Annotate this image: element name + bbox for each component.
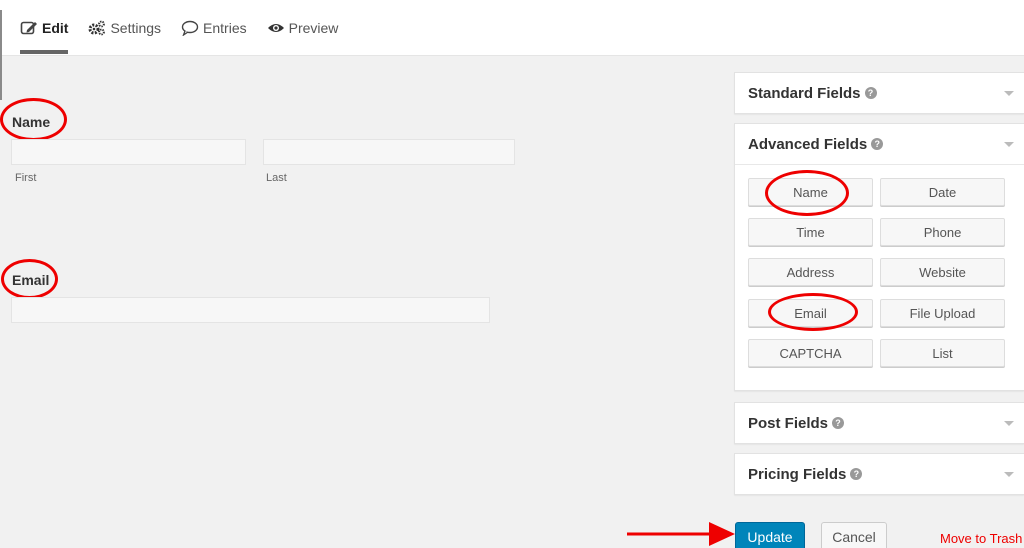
panel-title: Pricing Fields <box>748 465 847 483</box>
speech-bubble-icon <box>181 20 199 36</box>
panel-post-fields: Post Fields ? <box>734 402 1024 444</box>
panel-advanced-fields-header[interactable]: Advanced Fields ? <box>735 124 1024 164</box>
panel-standard-fields: Standard Fields ? <box>734 72 1024 114</box>
panel-title: Post Fields <box>748 414 829 432</box>
panel-standard-fields-header[interactable]: Standard Fields ? <box>735 73 1024 113</box>
add-address-field-button[interactable]: Address <box>748 258 873 286</box>
caret-down-icon <box>1004 91 1014 96</box>
add-website-field-button[interactable]: Website <box>880 258 1005 286</box>
update-button[interactable]: Update <box>735 522 805 548</box>
tab-entries-label: Entries <box>203 20 247 36</box>
caret-down-icon <box>1004 142 1014 147</box>
email-input[interactable] <box>11 297 490 323</box>
tab-settings[interactable]: Settings <box>88 18 161 38</box>
tab-entries[interactable]: Entries <box>181 18 247 38</box>
panel-pricing-fields-header[interactable]: Pricing Fields ? <box>735 454 1024 494</box>
tab-preview-label: Preview <box>288 20 339 36</box>
add-captcha-field-button[interactable]: CAPTCHA <box>748 339 873 367</box>
add-file-upload-field-button[interactable]: File Upload <box>880 299 1005 327</box>
left-edge-divider <box>0 10 2 100</box>
eye-icon <box>267 24 284 32</box>
caret-down-icon <box>1004 421 1014 426</box>
help-icon[interactable]: ? <box>850 468 863 480</box>
add-time-field-button[interactable]: Time <box>748 218 873 246</box>
active-tab-indicator <box>20 50 68 54</box>
move-to-trash-link[interactable]: Move to Trash <box>940 531 1022 546</box>
tab-preview[interactable]: Preview <box>267 18 339 38</box>
add-date-field-button[interactable]: Date <box>880 178 1005 206</box>
help-icon[interactable]: ? <box>864 87 877 99</box>
name-first-input[interactable] <box>11 139 246 165</box>
tab-settings-label: Settings <box>110 20 162 36</box>
help-icon[interactable]: ? <box>871 138 884 150</box>
name-last-input[interactable] <box>263 139 515 165</box>
top-toolbar: Edit Settings Entries Preview <box>0 0 1024 56</box>
panel-post-fields-header[interactable]: Post Fields ? <box>735 403 1024 443</box>
red-arrow-annotation <box>627 522 735 546</box>
panel-advanced-fields: Advanced Fields ? Name Date Time Phone A… <box>734 123 1024 391</box>
name-field-label: Name <box>12 114 51 130</box>
email-field-label: Email <box>12 272 50 288</box>
tab-edit[interactable]: Edit <box>20 18 68 38</box>
first-sublabel: First <box>15 172 37 184</box>
add-email-field-button[interactable]: Email <box>748 299 873 327</box>
add-name-field-button[interactable]: Name <box>748 178 873 206</box>
last-sublabel: Last <box>266 172 287 184</box>
advanced-fields-buttons: Name Date Time Phone Address Website Ema… <box>735 164 1024 390</box>
panel-title: Advanced Fields <box>748 135 868 153</box>
edit-icon <box>20 21 37 35</box>
tab-edit-label: Edit <box>42 20 69 36</box>
panel-pricing-fields: Pricing Fields ? <box>734 453 1024 495</box>
caret-down-icon <box>1004 472 1014 477</box>
add-list-field-button[interactable]: List <box>880 339 1005 367</box>
form-tabs: Edit Settings Entries Preview <box>20 18 338 38</box>
help-icon[interactable]: ? <box>832 417 845 429</box>
gears-icon <box>88 20 106 36</box>
cancel-button[interactable]: Cancel <box>821 522 887 548</box>
add-phone-field-button[interactable]: Phone <box>880 218 1005 246</box>
panel-title: Standard Fields <box>748 84 861 102</box>
